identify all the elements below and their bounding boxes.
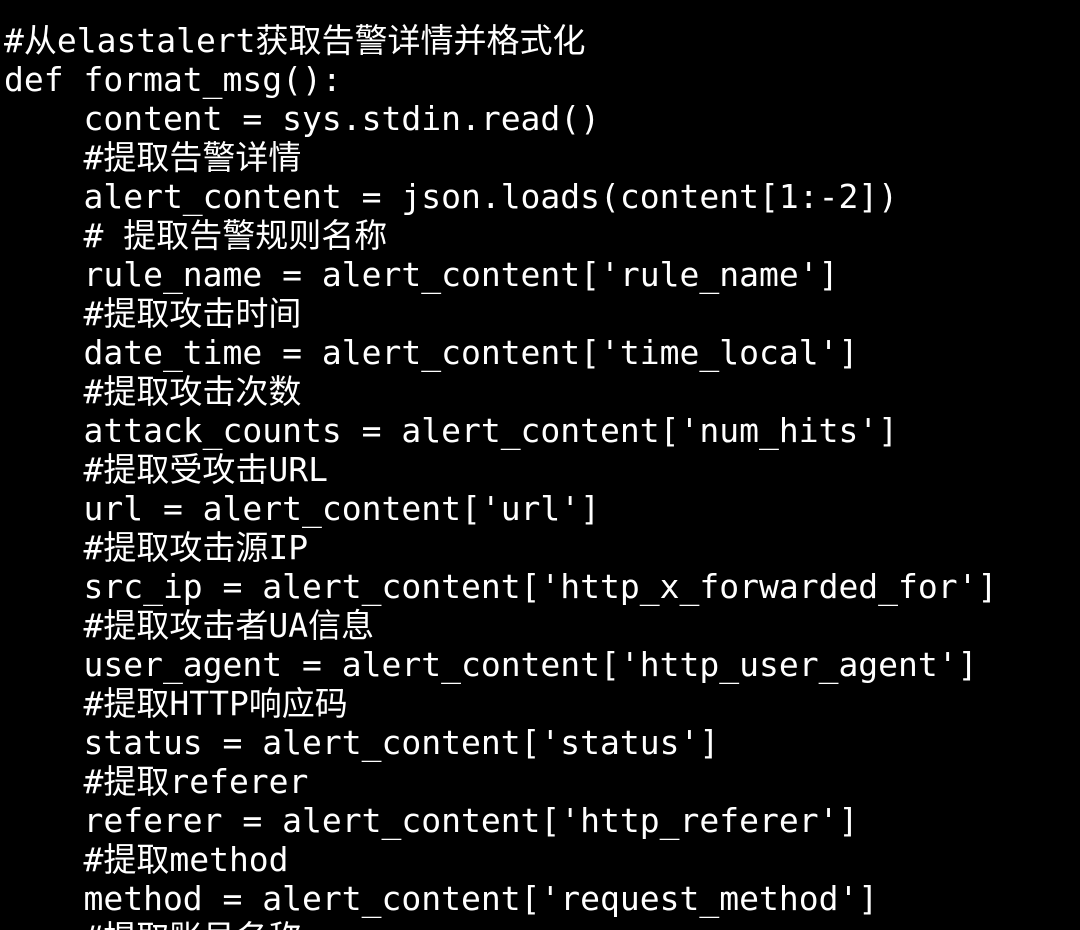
code-line: #提取攻击时间 xyxy=(4,294,302,333)
code-line: referer = alert_content['http_referer'] xyxy=(4,801,859,840)
code-line: user_agent = alert_content['http_user_ag… xyxy=(4,645,978,684)
code-line: #提取攻击次数 xyxy=(4,372,302,411)
code-line: #从elastalert获取告警详情并格式化 xyxy=(4,21,586,60)
code-block: #从elastalert获取告警详情并格式化 def format_msg():… xyxy=(4,21,997,930)
code-line: #提取攻击者UA信息 xyxy=(4,606,375,645)
code-line: date_time = alert_content['time_local'] xyxy=(4,333,859,372)
code-line: url = alert_content['url'] xyxy=(4,489,601,528)
code-line: def format_msg(): xyxy=(4,60,342,99)
code-line: #提取method xyxy=(4,840,289,879)
code-line: # 提取告警规则名称 xyxy=(4,216,388,255)
code-line: status = alert_content['status'] xyxy=(4,723,720,762)
code-line: #提取受攻击URL xyxy=(4,450,328,489)
code-line: rule_name = alert_content['rule_name'] xyxy=(4,255,839,294)
code-line: #提取账号名称 xyxy=(4,918,997,930)
code-line: #提取referer xyxy=(4,762,309,801)
code-line: alert_content = json.loads(content[1:-2]… xyxy=(4,177,899,216)
terminal-window: #从elastalert获取告警详情并格式化 def format_msg():… xyxy=(0,0,1080,930)
code-line: method = alert_content['request_method'] xyxy=(4,879,879,918)
code-line: attack_counts = alert_content['num_hits'… xyxy=(4,411,899,450)
code-line: #提取攻击源IP xyxy=(4,528,309,567)
code-line: src_ip = alert_content['http_x_forwarded… xyxy=(4,567,998,606)
code-line: #提取告警详情 xyxy=(4,138,302,177)
code-line: content = sys.stdin.read() xyxy=(4,99,601,138)
code-line: #提取HTTP响应码 xyxy=(4,684,348,723)
